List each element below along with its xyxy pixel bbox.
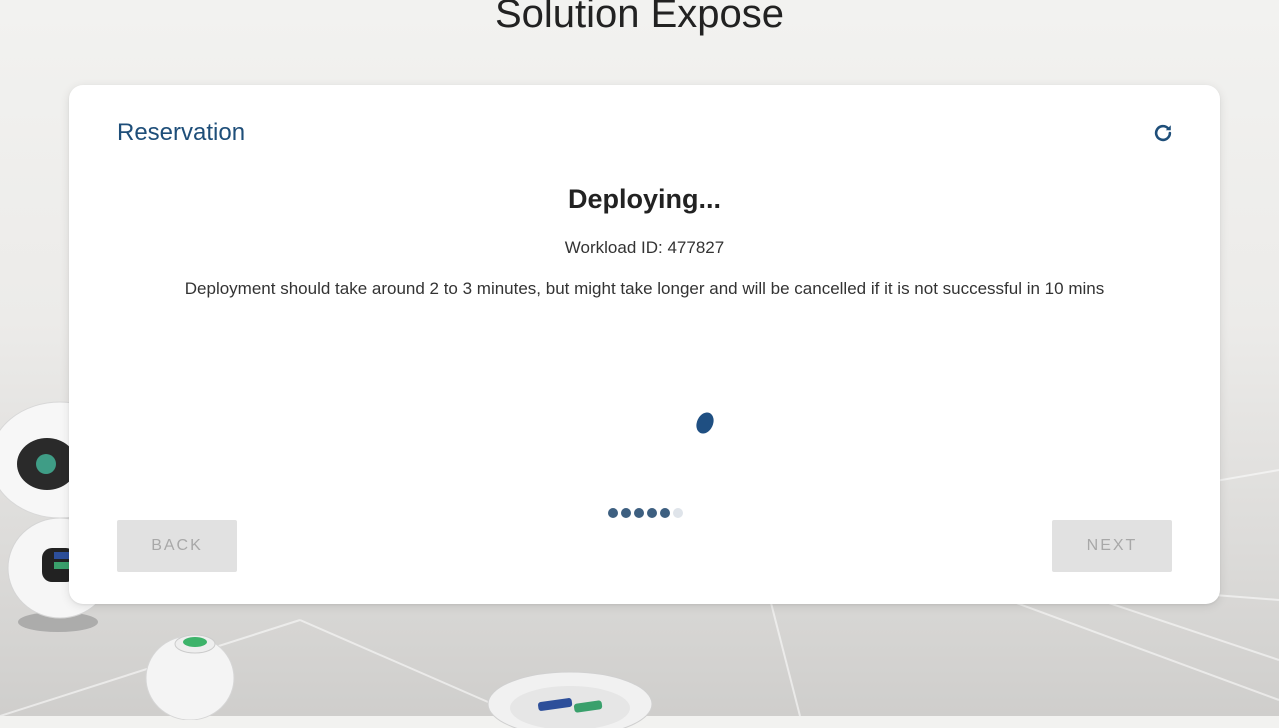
refresh-button[interactable] (1151, 121, 1175, 145)
next-button[interactable]: NEXT (1052, 520, 1172, 572)
loading-spinner-icon (696, 412, 714, 434)
step-dot-5 (660, 508, 670, 518)
step-progress-indicator (608, 508, 683, 518)
workload-id-label: Workload ID: (564, 238, 663, 257)
reservation-card: Reservation Deploying... Workload ID: 47… (69, 85, 1220, 604)
step-dot-2 (621, 508, 631, 518)
step-dot-1 (608, 508, 618, 518)
step-dot-3 (634, 508, 644, 518)
back-button[interactable]: BACK (117, 520, 237, 572)
deploy-status-heading: Deploying... (567, 184, 721, 214)
deployment-message: Deployment should take around 2 to 3 min… (184, 279, 1105, 298)
step-dot-4 (647, 508, 657, 518)
robot-illustration-bottom (487, 671, 653, 728)
robot-illustration-small (145, 634, 235, 720)
workload-id-line: Workload ID: 477827 (69, 238, 1220, 258)
refresh-icon (1154, 124, 1172, 142)
card-title: Reservation (117, 119, 246, 146)
workload-id-value: 477827 (667, 238, 725, 257)
page-title: Solution Expose (494, 0, 785, 36)
step-dot-6 (673, 508, 683, 518)
